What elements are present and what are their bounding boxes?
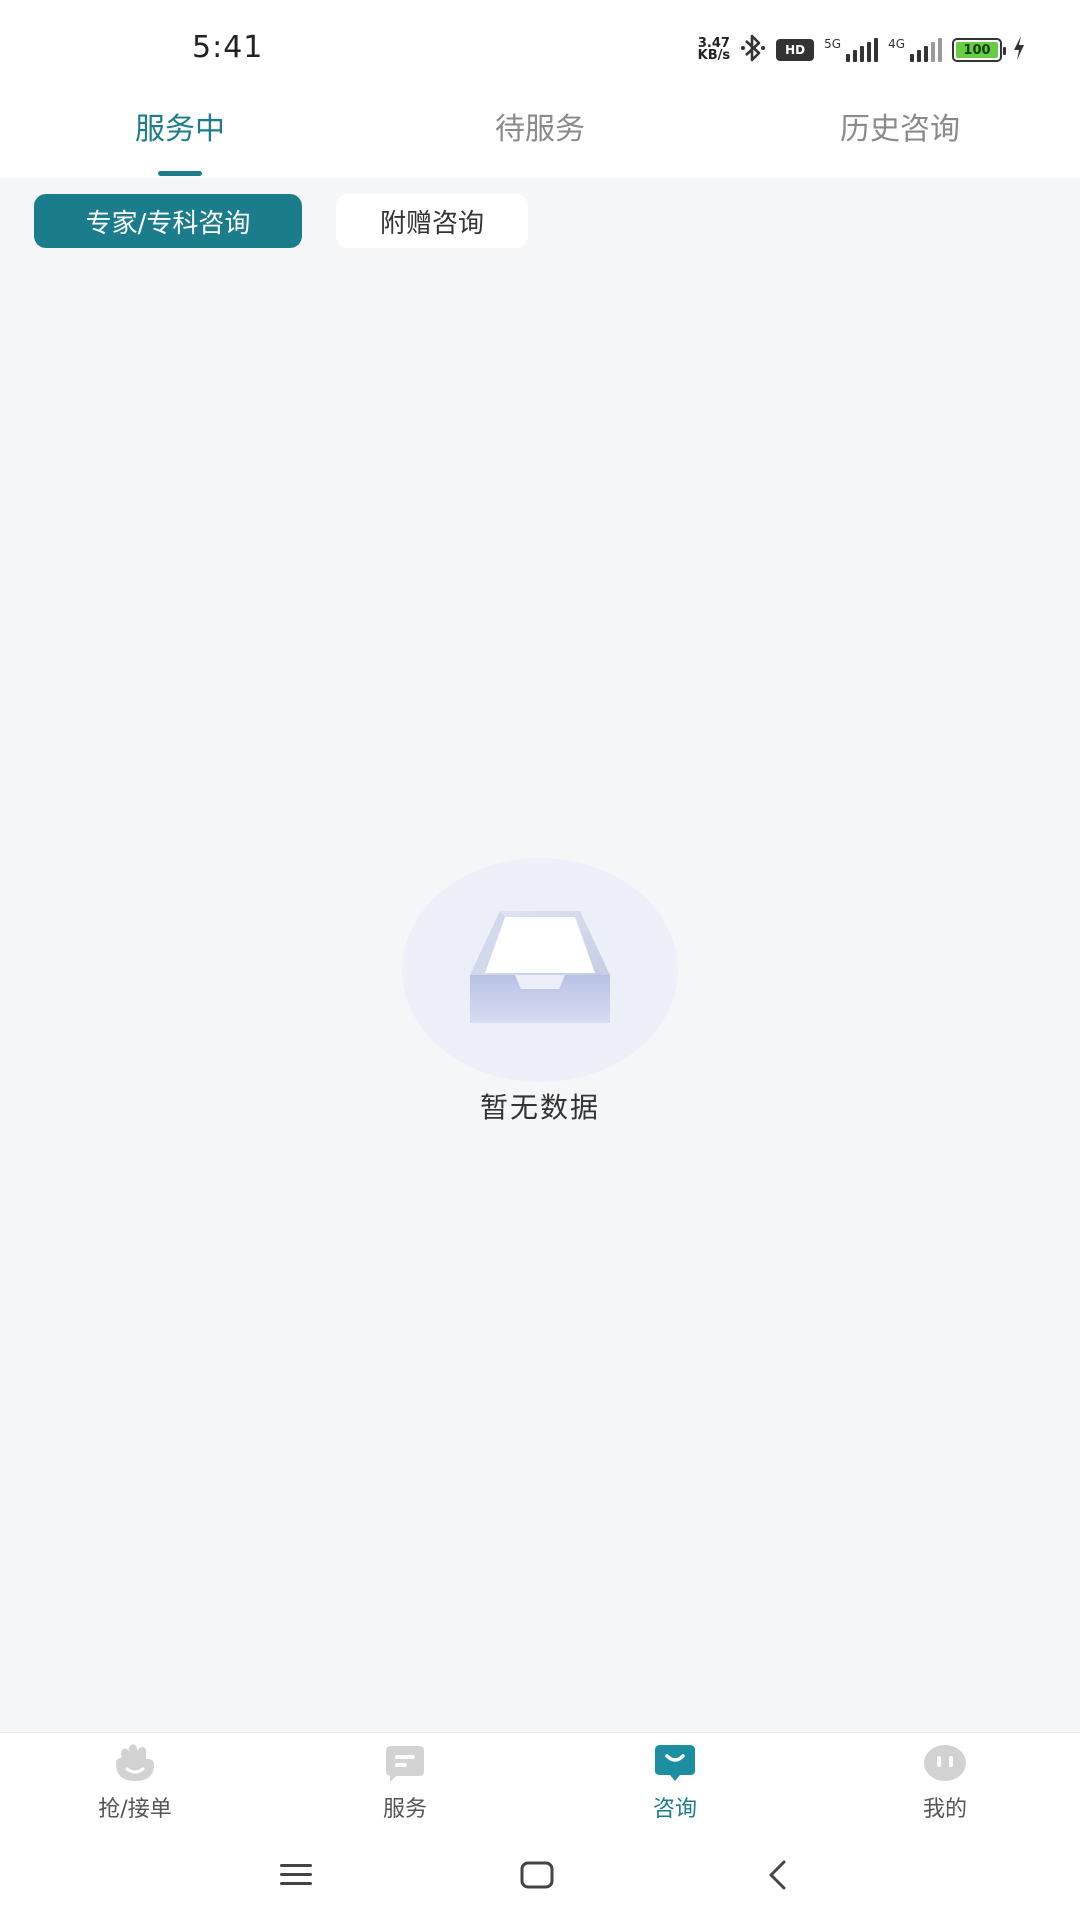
signal-5g-icon: 5G — [824, 37, 879, 62]
menu-icon[interactable] — [271, 1852, 321, 1898]
empty-box-icon — [402, 858, 678, 1082]
nav-label-profile: 我的 — [922, 1797, 967, 1822]
empty-state: 暂无数据 — [0, 858, 1080, 1126]
status-time: 5:41 — [192, 30, 264, 65]
app-screen: 5:41 3.47 KB/s HD 5G 4G 100 服务中 待服务 历史咨询… — [0, 0, 1080, 1920]
tab-in-service-label: 服务中 — [135, 112, 225, 147]
segment-gift-consult[interactable]: 附赠咨询 — [336, 194, 528, 248]
network-speed-unit: KB/s — [697, 48, 731, 63]
nav-item-service[interactable]: 服务 — [270, 1733, 540, 1830]
battery-level: 100 — [963, 42, 991, 58]
consult-icon — [650, 1743, 700, 1787]
consult-type-segments: 专家/专科咨询 附赠咨询 — [34, 194, 528, 248]
network-speed: 3.47 KB/s — [697, 37, 731, 63]
status-bar: 5:41 3.47 KB/s HD 5G 4G 100 — [0, 0, 1080, 90]
back-icon[interactable] — [752, 1852, 802, 1898]
bluetooth-icon — [740, 33, 766, 67]
signal-5g-label: 5G — [824, 37, 842, 51]
tab-pending-service-label: 待服务 — [495, 112, 585, 147]
service-icon — [380, 1743, 430, 1787]
profile-icon — [920, 1743, 970, 1787]
nav-label-grab-order: 抢/接单 — [98, 1797, 172, 1822]
nav-item-grab-order[interactable]: 抢/接单 — [0, 1733, 270, 1830]
nav-item-profile[interactable]: 我的 — [810, 1733, 1080, 1830]
hd-voice-icon: HD — [776, 39, 815, 61]
tab-history-consult-label: 历史咨询 — [840, 112, 960, 147]
system-nav-bar — [0, 1830, 1080, 1920]
hand-icon — [110, 1743, 160, 1787]
charging-icon — [1012, 35, 1026, 65]
nav-label-consult: 咨询 — [652, 1797, 697, 1822]
nav-item-consult[interactable]: 咨询 — [540, 1733, 810, 1830]
home-icon[interactable] — [512, 1852, 562, 1898]
active-tab-indicator — [158, 171, 202, 176]
top-tabs: 服务中 待服务 历史咨询 — [0, 90, 1080, 178]
tab-in-service[interactable]: 服务中 — [0, 90, 360, 178]
segment-expert-consult[interactable]: 专家/专科咨询 — [34, 194, 302, 248]
nav-label-service: 服务 — [382, 1797, 427, 1822]
status-icons: 3.47 KB/s HD 5G 4G 100 — [698, 34, 1026, 66]
bottom-nav: 抢/接单 服务 咨询 我的 — [0, 1732, 1080, 1830]
battery-icon: 100 — [952, 38, 1006, 62]
signal-4g-label: 4G — [888, 37, 905, 51]
signal-4g-icon: 4G — [888, 38, 942, 62]
tab-pending-service[interactable]: 待服务 — [360, 90, 720, 178]
empty-state-text: 暂无数据 — [479, 1091, 600, 1124]
tab-history-consult[interactable]: 历史咨询 — [720, 90, 1080, 178]
